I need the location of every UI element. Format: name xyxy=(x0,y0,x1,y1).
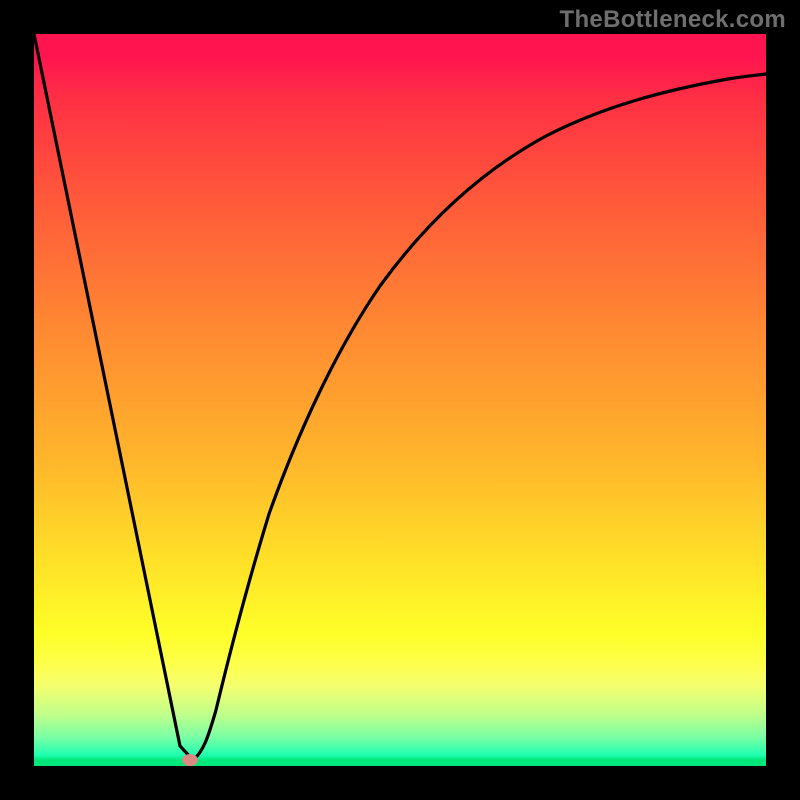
plot-area xyxy=(34,34,766,766)
marker-dot xyxy=(182,754,198,766)
bottleneck-curve xyxy=(34,34,766,760)
curve-svg xyxy=(34,34,766,766)
attribution-text: TheBottleneck.com xyxy=(560,6,786,34)
